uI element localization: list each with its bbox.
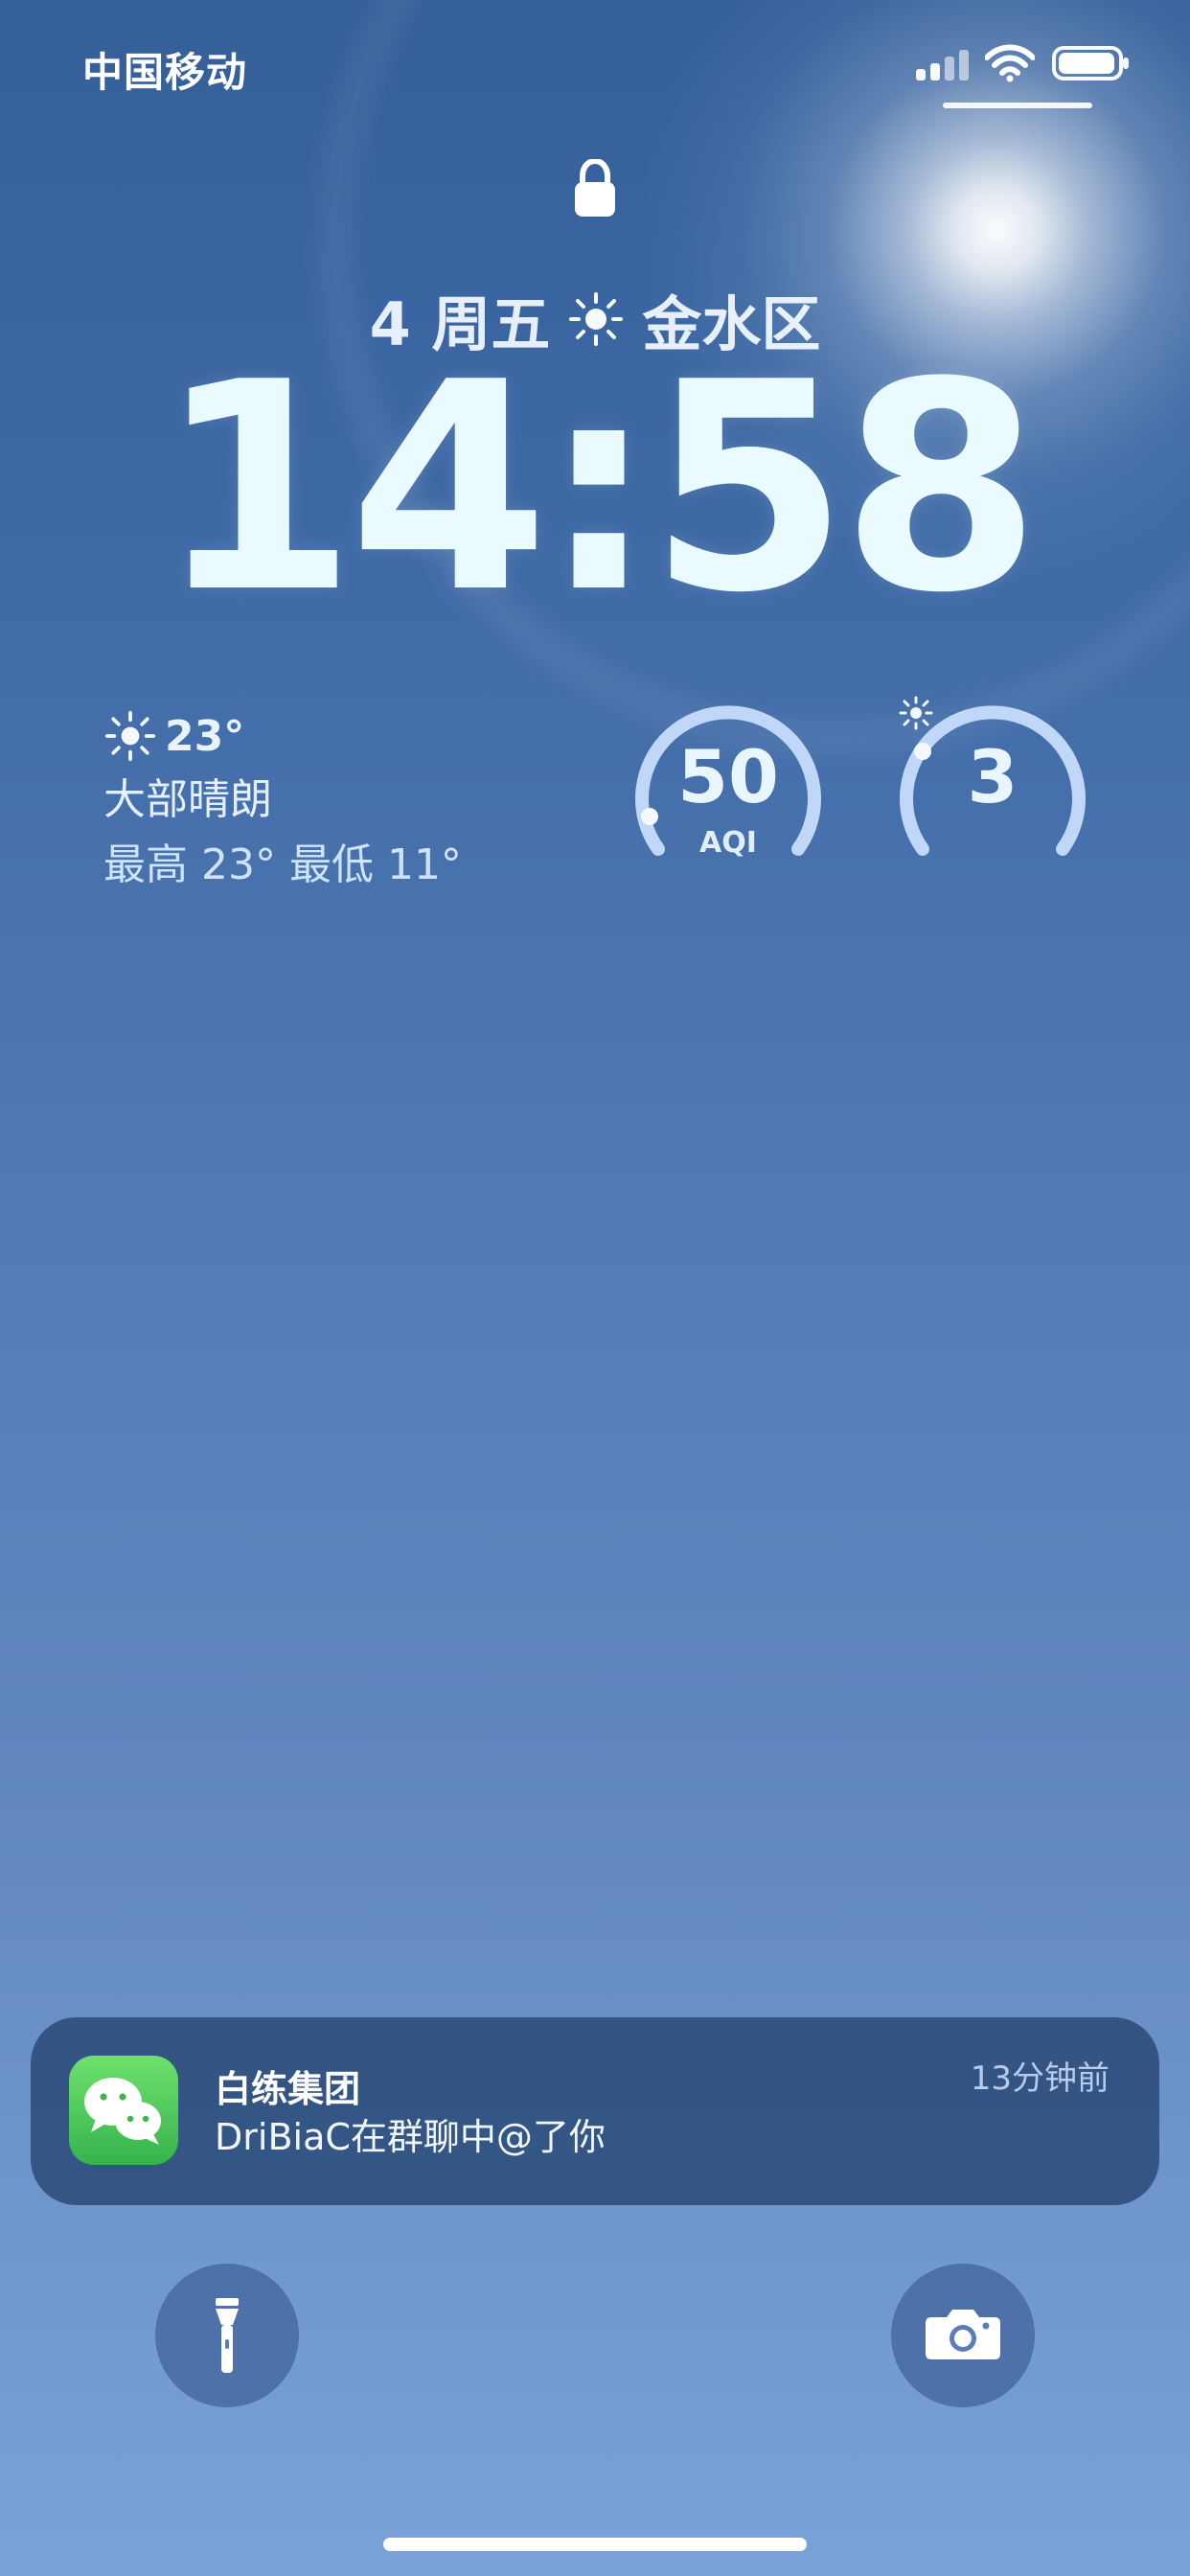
- weather-condition: 大部晴朗: [103, 775, 272, 824]
- flashlight-button[interactable]: [155, 2264, 299, 2407]
- wechat-icon: [69, 2056, 178, 2165]
- carrier-label: 中国移动: [82, 49, 248, 96]
- weather-temp-row: 23°: [103, 709, 544, 763]
- aqi-label: AQI: [699, 826, 757, 860]
- signal-strength-icon: [916, 50, 969, 80]
- uv-value: 3: [967, 734, 1018, 819]
- camera-button[interactable]: [891, 2264, 1035, 2407]
- aqi-value: 50: [677, 734, 779, 819]
- status-underline: [943, 103, 1092, 108]
- battery-icon: [1052, 46, 1129, 80]
- home-indicator[interactable]: [383, 2538, 807, 2551]
- notification-message: DriBiaC在群聊中@了你: [215, 2116, 606, 2158]
- flashlight-icon: [216, 2298, 239, 2373]
- notification-title: 白练集团: [215, 2068, 361, 2110]
- sun-icon: [104, 710, 156, 762]
- weather-temperature: 23°: [165, 711, 245, 761]
- aqi-widget[interactable]: 50 AQI: [632, 694, 824, 886]
- clock-time: 14:58: [156, 321, 1041, 656]
- weather-range: 最高 23° 最低 11°: [103, 840, 462, 889]
- sun-icon: [899, 696, 933, 730]
- weather-widget[interactable]: 23° 大部晴朗 最高 23° 最低 11°: [103, 709, 544, 889]
- notification-time: 13分钟前: [970, 2059, 1110, 2098]
- wechat-bubbles-icon: [84, 2078, 161, 2145]
- wifi-icon: [985, 44, 1035, 82]
- wechat-notification[interactable]: 白练集团 DriBiaC在群聊中@了你 13分钟前: [31, 2017, 1159, 2205]
- camera-icon: [926, 2310, 1000, 2359]
- uv-index-widget[interactable]: 3: [897, 694, 1088, 886]
- lock-icon: [575, 159, 615, 217]
- lock-screen: 中国移动 4 周五 金水区 14:58 23° 大部晴朗 最高 23° 最低 1…: [0, 0, 1190, 2576]
- status-bar: 中国移动: [0, 0, 1190, 125]
